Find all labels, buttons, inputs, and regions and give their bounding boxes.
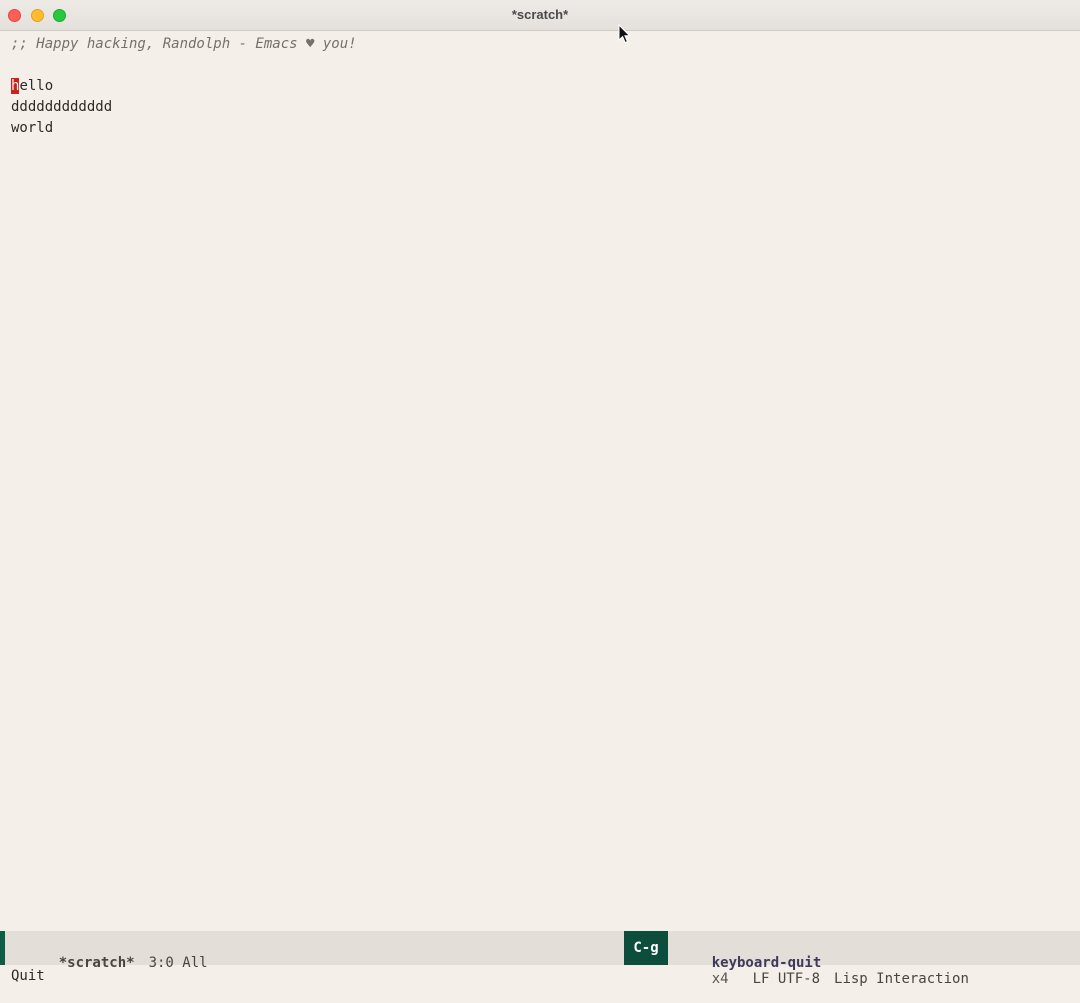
empty-line (11, 55, 1071, 76)
keycast-repeat-count: x4 (711, 971, 729, 987)
modeline-encoding[interactable]: LF UTF-8 (753, 971, 820, 987)
echo-area-message: Quit (11, 968, 45, 984)
keycast-key-badge: C-g (624, 931, 668, 965)
buffer-line-hello: hello (11, 76, 1071, 97)
buffer-line-d: dddddddddddd (11, 99, 113, 115)
keycast-command: keyboard-quit (711, 955, 822, 971)
title-bar: *scratch* (0, 0, 1080, 31)
window-title: *scratch* (511, 7, 569, 22)
buffer-line-world: world (11, 120, 54, 136)
scratch-buffer[interactable]: ;; Happy hacking, Randolph - Emacs ♥ you… (11, 34, 1071, 139)
modeline-major-mode[interactable]: Lisp Interaction (834, 971, 969, 987)
buffer-line-hello-rest: ello (19, 78, 54, 94)
modeline-buffer-name[interactable]: *scratch* (59, 955, 135, 971)
modeline-position: 3:0 All (148, 955, 208, 971)
mode-line: *scratch* 3:0 All C-g keyboard-quit x4 LF … (0, 931, 1080, 987)
comment-line: ;; Happy hacking, Randolph - Emacs ♥ you… (11, 36, 357, 52)
